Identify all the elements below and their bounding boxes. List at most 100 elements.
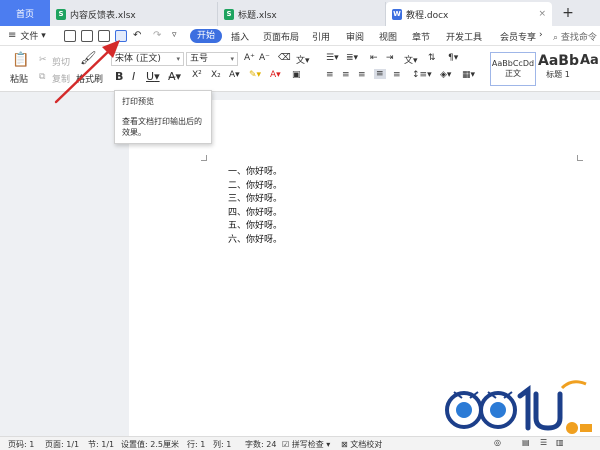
file-menu[interactable]: 文件 ▾ [20,29,45,43]
italic-button[interactable]: I [132,70,135,83]
decrease-indent-icon[interactable]: ⇤ [370,53,378,63]
character-border-icon[interactable]: ▣ [292,70,301,80]
outline-view-icon[interactable]: ☰ [540,438,547,447]
justify-icon[interactable]: ≡ [374,69,386,79]
spreadsheet-icon: S [224,8,234,20]
style-normal-label: 正文 [505,69,521,78]
shrink-font-icon[interactable]: A⁻ [259,53,270,63]
subscript-icon[interactable]: X₂ [211,70,221,80]
tab-label: 教程.docx [406,10,449,21]
menu-member[interactable]: 会员专享 [500,30,536,43]
style-heading-1-preview: AaBb [538,53,579,69]
document-line: 四、你好呀。 [228,207,283,218]
command-search[interactable]: ⌕ 查找命令 [553,30,597,43]
document-line: 一、你好呀。 [228,167,283,177]
menu-start[interactable]: 开始 [190,29,222,43]
border-icon[interactable]: ▦▾ [462,70,475,80]
paste-icon[interactable]: 📋 [12,52,29,68]
increase-indent-icon[interactable]: ⇥ [386,53,394,63]
menu-page-layout[interactable]: 页面布局 [263,30,299,43]
grow-font-icon[interactable]: A⁺ [244,53,255,63]
sort-icon[interactable]: ⇅ [428,53,436,63]
spell-check-label: 拼写检查 [291,440,324,449]
new-tab-button[interactable]: + [561,5,575,21]
checkbox-icon: ☑ [282,440,290,449]
style-heading-2-preview: AaI [580,53,600,68]
copy-icon[interactable]: ⧉ [39,72,45,82]
document-body[interactable]: 一、你好呀。 二、你好呀。 三、你好呀。 四、你好呀。 五、你好呀。 六、你好呀… [228,166,282,247]
document-line: 二、你好呀。 [228,180,283,191]
font-color-icon[interactable]: A▾ [270,70,281,80]
chinese-layout-icon[interactable]: 文▾ [404,53,418,66]
phonetic-icon[interactable]: 文▾ [296,53,310,66]
watermark-logo [445,380,592,434]
margin-corner-mark [201,155,207,161]
font-size-value: 五号 [190,54,209,64]
status-column: 列: 1 [213,440,232,449]
chevron-down-icon: ▾ [230,55,234,63]
style-normal[interactable]: AaBbCcDd 正文 [490,52,536,86]
style-heading-2[interactable]: AaI [580,52,600,86]
customize-quick-access-icon[interactable]: ▿ [172,30,177,40]
document-icon: W [392,8,402,20]
read-view-icon[interactable]: ▥ [556,438,564,447]
align-left-icon[interactable]: ≡ [326,70,334,80]
highlight-icon[interactable]: ✎▾ [249,70,261,80]
status-setting: 设置值: 2.5厘米 [121,440,179,449]
superscript-icon[interactable]: X² [192,70,202,80]
strikethrough-icon[interactable]: A̶▾ [168,70,181,83]
menu-chapter[interactable]: 章节 [412,30,430,43]
distribute-icon[interactable]: ≡ [393,70,401,80]
tab-label: 内容反馈表.xlsx [70,10,136,21]
style-heading-1[interactable]: AaBb 标题 1 [538,52,579,86]
scissors-icon[interactable]: ✂ [39,55,47,65]
status-section: 节: 1/1 [88,440,115,449]
tooltip-description: 查看文档打印输出后的效果。 [122,117,202,137]
page-view-icon[interactable]: ▤ [522,438,530,447]
status-word-count[interactable]: 字数: 24 [245,439,276,450]
show-marks-icon[interactable]: ¶▾ [448,53,458,63]
proofread-label: 文档校对 [350,440,383,449]
tooltip-title: 打印预览 [122,97,154,106]
numbered-list-icon[interactable]: ≣▾ [346,53,358,63]
menu-review[interactable]: 审阅 [346,30,364,43]
hamburger-menu-icon[interactable]: ≡ [8,30,16,41]
eye-protect-icon[interactable]: ◎ [494,438,501,447]
menu-references[interactable]: 引用 [312,30,330,43]
annotation-arrow [54,40,120,104]
status-row: 行: 1 [187,440,206,449]
menu-insert[interactable]: 插入 [231,30,249,43]
chevron-down-icon: ▾ [176,55,180,63]
document-line: 三、你好呀。 [228,194,283,204]
menu-developer[interactable]: 开发工具 [446,30,482,43]
tab-tutorial-docx[interactable]: W 教程.docx × [386,2,552,26]
redo-icon[interactable]: ↷ [153,30,161,41]
style-normal-preview: AaBbCcDd [491,59,535,68]
spell-check-toggle[interactable]: ☑ 拼写检查 ▾ [282,439,330,450]
line-spacing-icon[interactable]: ↕≡▾ [412,70,432,80]
tab-bar: 首页 S 内容反馈表.xlsx S 标题.xlsx W 教程.docx × [0,0,600,26]
spreadsheet-icon: S [56,8,66,20]
clear-format-icon[interactable]: ⌫ [278,53,291,63]
undo-icon[interactable]: ↶ [133,30,141,41]
tab-title-xlsx[interactable]: S 标题.xlsx [218,2,386,26]
align-center-icon[interactable]: ≡ [342,70,350,80]
document-line: 五、你好呀。 [228,221,283,231]
text-effect-icon[interactable]: A▾ [229,70,240,80]
status-page-number[interactable]: 页码: 1 [8,439,34,450]
paste-button[interactable]: 粘贴 [10,72,28,85]
font-size-select[interactable]: 五号 ▾ [186,52,238,66]
home-tab[interactable]: 首页 [0,0,50,26]
proofread-button[interactable]: ⊠ 文档校对 [341,439,382,450]
close-tab-icon[interactable]: × [538,9,546,19]
proofread-icon: ⊠ [341,440,348,449]
underline-label: U [146,70,155,83]
underline-button[interactable]: U▾ [146,70,160,83]
bullet-list-icon[interactable]: ☰▾ [326,53,339,63]
tab-content-feedback[interactable]: S 内容反馈表.xlsx [50,2,218,26]
style-heading-1-label: 标题 1 [546,70,570,79]
shading-icon[interactable]: ◈▾ [440,70,451,80]
align-right-icon[interactable]: ≡ [358,70,366,80]
more-tabs-icon[interactable]: › [539,30,543,40]
menu-view[interactable]: 视图 [379,30,397,43]
